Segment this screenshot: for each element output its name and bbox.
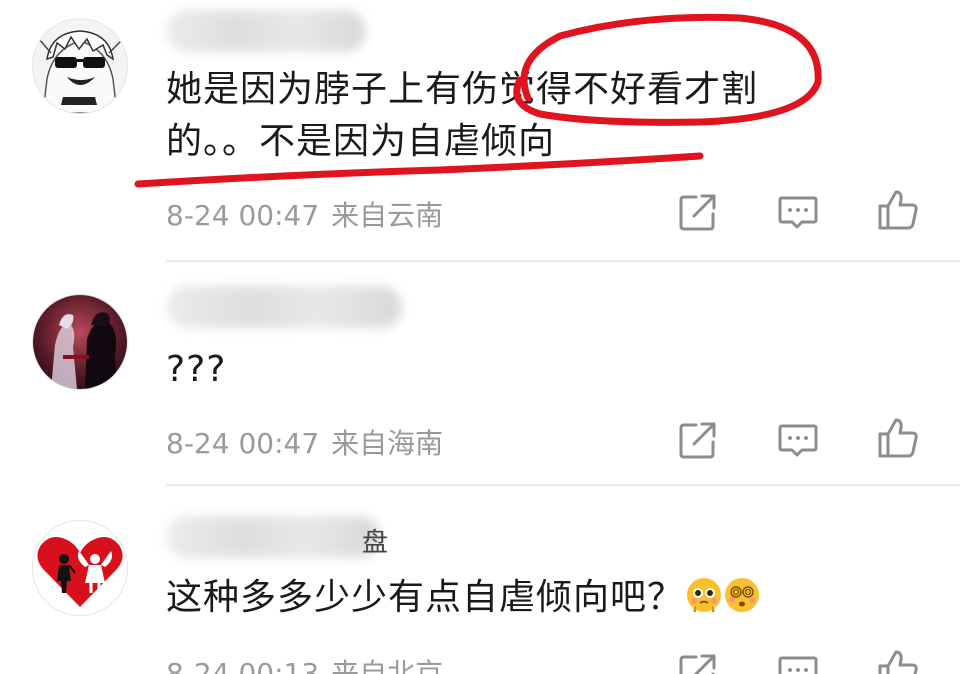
comment-icon (778, 196, 818, 229)
avatar[interactable] (32, 18, 128, 114)
thumbs-up-icon (878, 650, 918, 674)
reply-button[interactable] (776, 418, 820, 462)
comment-text-line: ??? (166, 349, 227, 390)
reply-button[interactable] (776, 190, 820, 234)
username-blurred[interactable] (166, 516, 380, 558)
share-icon (679, 422, 716, 459)
comment-item: ??? 8-24 00:47 来自海南 (0, 262, 960, 484)
comment-text: 这种多多少少有点自虐倾向吧？ (166, 577, 685, 618)
share-button[interactable] (676, 650, 720, 674)
comment-location: 来自云南 (331, 199, 444, 232)
username-suffix[interactable]: 盘 (362, 522, 388, 559)
comment-location: 来自北京 (331, 657, 444, 674)
comment-location: 来自海南 (331, 427, 444, 460)
comment-meta: 8-24 00:47 来自海南 (166, 422, 443, 462)
like-button[interactable] (876, 648, 920, 674)
reply-button[interactable] (776, 650, 820, 674)
share-icon (679, 654, 716, 674)
like-button[interactable] (876, 188, 920, 232)
pleading-face-icon (686, 572, 722, 613)
comment-time: 8-24 00:47 (166, 427, 320, 460)
comment-item: 她是因为脖子上有伤觉得不好看才割 的。。不是因为自虐倾向 8-24 00:47 来… (0, 0, 960, 260)
comment-list: 她是因为脖子上有伤觉得不好看才割 的。。不是因为自虐倾向 8-24 00:47 来… (0, 0, 960, 674)
comment-time: 8-24 00:47 (166, 199, 320, 232)
username-blurred[interactable] (166, 10, 366, 52)
like-button[interactable] (876, 416, 920, 460)
comment-time: 8-24 00:13 (166, 657, 320, 674)
comment-icon (778, 656, 818, 674)
share-button[interactable] (676, 418, 720, 462)
dizzy-face-icon (724, 572, 760, 612)
comment-text-line: 的。。不是因为自虐倾向 (166, 121, 556, 162)
avatar[interactable] (32, 520, 128, 616)
comment-text-line: 这种多多少少有点自虐倾向吧？ (166, 568, 760, 628)
comment-meta: 8-24 00:13 来自北京 (166, 652, 443, 674)
thumbs-up-icon (878, 190, 918, 230)
username-blurred[interactable] (166, 286, 402, 328)
avatar[interactable] (32, 294, 128, 390)
comment-meta: 8-24 00:47 来自云南 (166, 194, 443, 234)
comment-icon (778, 424, 818, 457)
share-button[interactable] (676, 190, 720, 234)
comment-item: 盘 这种多多少少有点自虐倾向吧？ 8-24 00:13 来自北京 (0, 486, 960, 674)
thumbs-up-icon (878, 418, 918, 458)
share-icon (679, 194, 716, 231)
comment-text-line: 她是因为脖子上有伤觉得不好看才割 (166, 69, 759, 110)
